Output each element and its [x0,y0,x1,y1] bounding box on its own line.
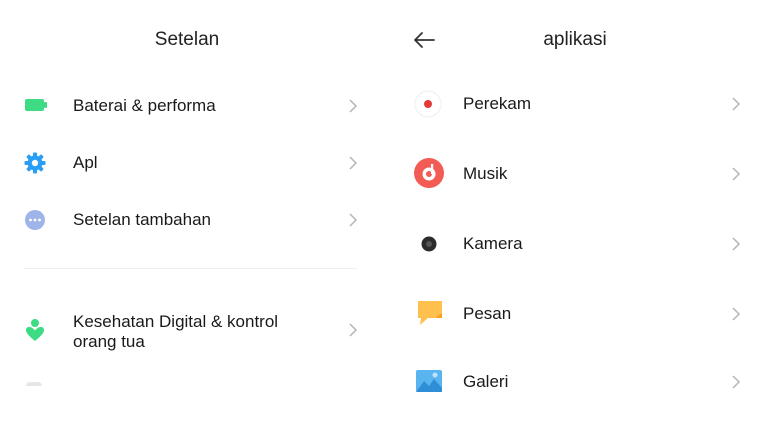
chevron-right-icon [348,99,358,113]
settings-item-battery[interactable]: Baterai & performa [0,88,384,124]
app-item-recorder[interactable]: Perekam [384,84,768,124]
page-title: Setelan [154,29,220,50]
camera-icon [415,230,443,263]
more-dots-icon [25,210,45,235]
battery-icon [25,98,47,117]
page-title: aplikasi [543,29,607,50]
settings-item-label: Setelan tambahan [73,210,211,229]
gallery-icon [416,370,442,397]
app-item-camera[interactable]: Kamera [384,224,768,264]
apps-screen: aplikasi Perekam Musik Kamera Pesan Gale… [384,0,768,439]
chevron-right-icon [731,237,741,251]
settings-item-label: Kesehatan Digital & kontrol orang tua [73,312,279,351]
chevron-right-icon [731,307,741,321]
app-item-label: Galeri [463,372,509,391]
settings-item-apps[interactable]: Apl [0,145,384,181]
settings-item-additional[interactable]: Setelan tambahan [0,202,384,238]
music-icon [414,158,444,193]
recorder-icon [414,90,442,123]
app-item-label: Musik [463,164,508,183]
section-divider [24,268,357,269]
settings-item-label: Baterai & performa [73,96,216,115]
app-item-label: Pesan [463,304,512,323]
digital-wellbeing-icon [25,318,45,347]
chevron-right-icon [731,167,741,181]
settings-screen: Setelan Baterai & performa Apl Setelan t… [0,0,384,439]
chevron-right-icon [348,323,358,337]
messages-icon [416,299,444,332]
settings-item-label: Apl [73,153,98,172]
app-item-messages[interactable]: Pesan [384,294,768,334]
app-item-label: Kamera [463,234,523,253]
partial-item-icon [26,382,42,386]
app-item-label: Perekam [463,94,532,113]
chevron-right-icon [731,375,741,389]
settings-item-digital-wellbeing[interactable]: Kesehatan Digital & kontrol orang tua [0,308,384,354]
app-item-gallery[interactable]: Galeri [384,364,768,404]
gear-icon [24,152,46,179]
chevron-right-icon [348,156,358,170]
app-item-music[interactable]: Musik [384,154,768,194]
chevron-right-icon [731,97,741,111]
chevron-right-icon [348,213,358,227]
